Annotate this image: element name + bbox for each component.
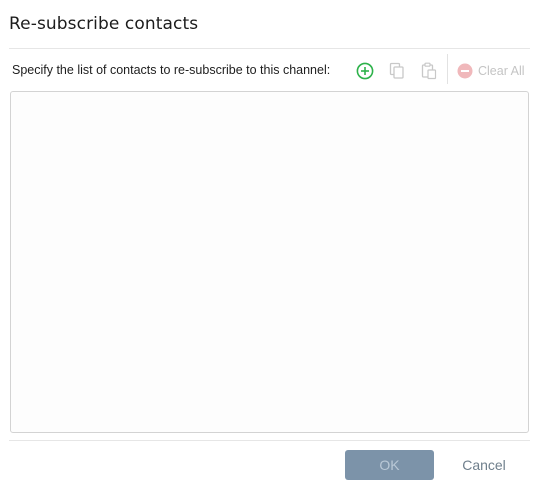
clear-all-label: Clear All bbox=[478, 64, 525, 78]
cancel-button[interactable]: Cancel bbox=[448, 450, 520, 480]
header-divider bbox=[9, 48, 530, 49]
ok-button[interactable]: OK bbox=[345, 450, 434, 480]
footer-divider bbox=[9, 440, 530, 441]
dialog-title: Re-subscribe contacts bbox=[9, 14, 199, 34]
add-contact-button[interactable] bbox=[354, 60, 376, 82]
instruction-label: Specify the list of contacts to re-subsc… bbox=[12, 63, 331, 77]
copy-button[interactable] bbox=[387, 60, 407, 82]
contacts-list[interactable] bbox=[10, 91, 529, 433]
paste-icon bbox=[421, 62, 437, 80]
remove-circle-icon bbox=[457, 63, 473, 79]
add-circle-icon bbox=[356, 62, 374, 80]
paste-button[interactable] bbox=[419, 60, 439, 82]
toolbar-separator bbox=[447, 54, 448, 84]
clear-all-button[interactable]: Clear All bbox=[457, 60, 527, 82]
copy-icon bbox=[389, 62, 404, 79]
